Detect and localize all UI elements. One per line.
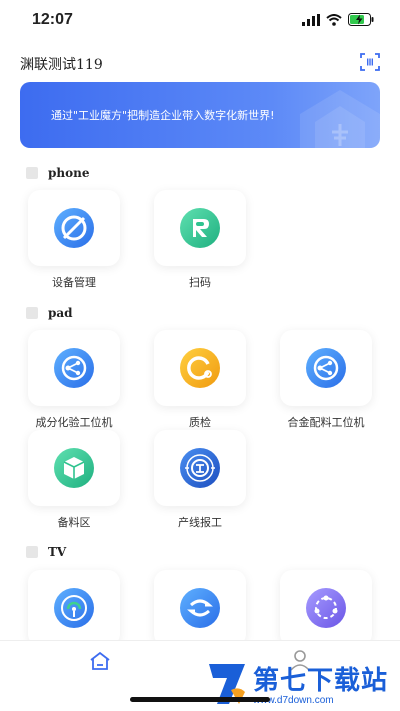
section-label: TV xyxy=(48,545,67,559)
app-tile-material-area[interactable] xyxy=(28,430,120,506)
section-icon xyxy=(26,546,38,558)
app-label: 设备管理 xyxy=(52,276,96,289)
app-label: 质检 xyxy=(189,416,211,429)
app-tile-production-report[interactable] xyxy=(154,430,246,506)
app-tile-tv-1[interactable] xyxy=(28,570,120,646)
app-label: 扫码 xyxy=(189,276,211,289)
app-label: 产线报工 xyxy=(178,516,222,529)
app-tile-device-management[interactable] xyxy=(28,190,120,266)
composition-lab-icon xyxy=(54,348,94,388)
banner-text: 通过"工业魔方"把制造企业带入数字化新世界! xyxy=(51,109,275,122)
app-tile-quality-check[interactable] xyxy=(154,330,246,406)
promo-banner[interactable]: 通过"工业魔方"把制造企业带入数字化新世界! xyxy=(20,82,380,148)
building-icon xyxy=(300,90,380,148)
app-tile-alloy-batching[interactable] xyxy=(280,330,372,406)
sync-icon xyxy=(180,588,220,628)
battery-charging-icon xyxy=(348,13,374,26)
section-title-phone: phone xyxy=(26,166,89,180)
alloy-batching-icon xyxy=(306,348,346,388)
broadcast-icon xyxy=(54,588,94,628)
section-title-tv: TV xyxy=(26,545,66,559)
status-bar: 12:07 xyxy=(0,0,400,40)
section-title-pad: pad xyxy=(26,306,73,320)
status-time: 12:07 xyxy=(32,11,73,28)
section-label: pad xyxy=(48,306,73,320)
watermark-logo: 第七下载站 www.d7down.com xyxy=(205,660,395,710)
app-label: 成分化验工位机 xyxy=(35,416,113,429)
tab-home-icon[interactable] xyxy=(89,651,111,671)
home-indicator xyxy=(130,697,270,702)
app-tile-scan[interactable] xyxy=(154,190,246,266)
signal-icon xyxy=(302,13,320,26)
section-icon xyxy=(26,307,38,319)
section-icon xyxy=(26,167,38,179)
quality-check-icon xyxy=(180,348,220,388)
network-icon xyxy=(306,588,346,628)
material-area-icon xyxy=(54,448,94,488)
scan-icon[interactable] xyxy=(360,52,380,72)
app-label: 备料区 xyxy=(57,516,91,529)
page-title: 渊联测试119 xyxy=(20,57,103,73)
production-report-icon xyxy=(180,448,220,488)
scan-code-icon xyxy=(180,208,220,248)
wifi-icon xyxy=(326,13,342,26)
app-tile-tv-2[interactable] xyxy=(154,570,246,646)
section-label: phone xyxy=(48,166,90,180)
app-tile-composition-lab[interactable] xyxy=(28,330,120,406)
device-management-icon xyxy=(54,208,94,248)
watermark-name: 第七下载站 xyxy=(253,666,389,696)
header: 渊联测试119 xyxy=(0,44,400,80)
app-label: 合金配料工位机 xyxy=(287,416,365,429)
app-tile-tv-3[interactable] xyxy=(280,570,372,646)
status-icons xyxy=(302,13,374,26)
